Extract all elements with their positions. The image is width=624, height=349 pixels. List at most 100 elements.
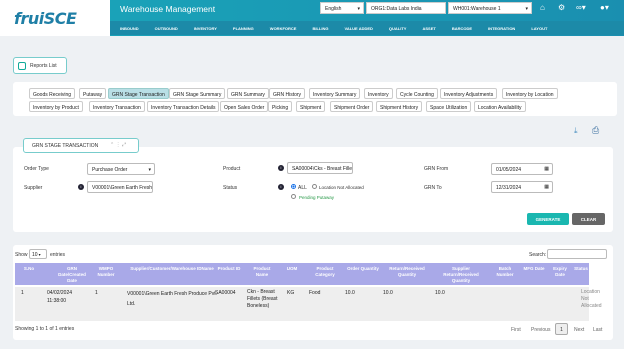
- page-size-select[interactable]: 10 ▾: [29, 249, 47, 259]
- warehouse-value: WH001:Warehouse 1: [453, 6, 501, 12]
- status-pending-radio[interactable]: [291, 194, 296, 199]
- col-wmpo[interactable]: WMPO Number: [93, 266, 119, 278]
- col-sno[interactable]: S.No: [21, 266, 37, 272]
- cell-order-qty: 10.0: [345, 290, 355, 296]
- tab-shipment-order[interactable]: Shipment Order: [330, 101, 374, 112]
- tab-inventory-transaction[interactable]: Inventory Transaction: [89, 101, 145, 112]
- menu-integration[interactable]: INTEGRATION: [488, 26, 515, 31]
- tab-goods-receiving[interactable]: Goods Receiving: [29, 88, 76, 99]
- tab-inventory-by-location[interactable]: Inventory by Location: [502, 88, 558, 99]
- menu-billing[interactable]: BILLING: [312, 26, 328, 31]
- grn-from-input[interactable]: 01/05/2024 ▦: [491, 163, 553, 175]
- col-supplier-recv-qty[interactable]: Supplier Return/Received Quantity: [435, 266, 487, 284]
- tab-open-sales-order[interactable]: Open Sales Order: [220, 101, 269, 112]
- grn-to-input[interactable]: 12/31/2024 ▦: [491, 181, 553, 193]
- col-uom[interactable]: UOM: [281, 266, 303, 272]
- home-icon[interactable]: ⌂: [540, 3, 545, 12]
- tab-grn-history[interactable]: GRN History: [269, 88, 306, 99]
- show-label: Show: [15, 252, 28, 258]
- tab-shipment-history[interactable]: Shipment History: [376, 101, 423, 112]
- entries-label: entries: [50, 252, 66, 258]
- cell-date: 04/02/2024 11:38:00: [47, 290, 73, 304]
- tab-grn-stage-transaction[interactable]: GRN Stage Transaction: [108, 88, 169, 99]
- table-row[interactable]: 1 04/02/2024 11:38:00 1 V00001\Green Ear…: [15, 287, 602, 321]
- col-category[interactable]: Product Category: [307, 266, 343, 278]
- settings-icon[interactable]: ⚙: [558, 3, 565, 12]
- pager-last[interactable]: Last: [593, 327, 602, 333]
- reports-list-button[interactable]: Reports List: [13, 57, 67, 74]
- tab-shipment[interactable]: Shipment: [296, 101, 326, 112]
- product-label: Product: [223, 166, 241, 172]
- supplier-input[interactable]: V00001\Green Earth Fresh: [87, 181, 153, 193]
- menu-asset[interactable]: ASSET: [422, 26, 435, 31]
- tab-location-availability[interactable]: Location Availability: [474, 101, 526, 112]
- user-icon[interactable]: ●▾: [600, 3, 609, 12]
- pager-current[interactable]: 1: [555, 323, 568, 335]
- tab-grn-stage-summary[interactable]: GRN Stage Summary: [169, 88, 226, 99]
- header-bar: Warehouse Management English ▾ ORG1:Data …: [110, 0, 624, 36]
- collapse-icon[interactable]: ⌃ ⋮ ⤢: [110, 142, 126, 148]
- brand-logo[interactable]: fruiSCE: [14, 9, 77, 28]
- download-icon[interactable]: ⤓: [574, 126, 578, 136]
- report-icon: [18, 62, 26, 70]
- menu-barcode[interactable]: BARCODE: [452, 26, 472, 31]
- pager-first[interactable]: First: [511, 327, 521, 333]
- cell-supplier: V00001\Green Earth Fresh Produce Pvt. Lt…: [127, 291, 218, 307]
- generate-button[interactable]: GENERATE: [527, 213, 569, 225]
- cell-category: Food: [309, 290, 321, 296]
- tab-inventory[interactable]: Inventory: [364, 88, 393, 99]
- org-select[interactable]: ORG1:Data Labs India: [366, 2, 446, 14]
- cell-product-id: SA00004: [215, 290, 236, 296]
- tab-inventory-adjustments[interactable]: Inventory Adjustments: [440, 88, 498, 99]
- cell-wmpo: 1: [95, 290, 98, 296]
- language-select[interactable]: English ▾: [320, 2, 364, 14]
- org-value: ORG1:Data Labs India: [371, 6, 422, 12]
- tab-grn-summary[interactable]: GRN Summary: [227, 88, 269, 99]
- menu-value-added[interactable]: VALUE ADDED: [344, 26, 372, 31]
- tab-cycle-counting[interactable]: Cycle Counting: [396, 88, 438, 99]
- tab-putaway[interactable]: Putaway: [79, 88, 107, 99]
- order-type-select[interactable]: Purchase Order ▾: [87, 163, 155, 175]
- menu-inbound[interactable]: INBOUND: [120, 26, 139, 31]
- menu-layout[interactable]: LAYOUT: [531, 26, 547, 31]
- product-input[interactable]: SA00004\Cks - Breast Fille: [287, 162, 353, 174]
- col-supplier[interactable]: Supplier/Customer/Warehouse IDName: [127, 266, 217, 272]
- calendar-icon[interactable]: ▦: [544, 184, 549, 190]
- col-grn-date[interactable]: GRN Date/Created Date: [55, 266, 89, 284]
- clear-button[interactable]: CLEAR: [572, 213, 605, 225]
- menu-planning[interactable]: PLANNING: [233, 26, 254, 31]
- tab-inventory-by-product[interactable]: Inventory by Product: [29, 101, 83, 112]
- status-all-radio[interactable]: [291, 184, 296, 189]
- tab-picking[interactable]: Picking: [268, 101, 293, 112]
- col-recv-qty[interactable]: Return/Received Quantity: [383, 266, 431, 278]
- menu-quality[interactable]: QUALITY: [389, 26, 407, 31]
- pager-next[interactable]: Next: [574, 327, 584, 333]
- link-icon[interactable]: ∞▾: [576, 3, 586, 12]
- menu-inventory[interactable]: INVENTORY: [194, 26, 217, 31]
- col-mfg[interactable]: MFG Date: [523, 266, 545, 272]
- col-order-qty[interactable]: Order Quantity: [345, 266, 381, 272]
- menu-workforce[interactable]: WORKFORCE: [270, 26, 297, 31]
- app-title: Warehouse Management: [120, 4, 216, 14]
- search-input[interactable]: [547, 249, 607, 259]
- col-product-name[interactable]: Product Name: [247, 266, 277, 278]
- warehouse-select[interactable]: WH001:Warehouse 1 ▾: [448, 2, 532, 14]
- tab-space-utilization[interactable]: Space Utilization: [426, 101, 472, 112]
- info-icon: i: [278, 184, 284, 190]
- col-status[interactable]: Status: [573, 266, 589, 272]
- calendar-icon[interactable]: ▦: [544, 166, 549, 172]
- col-batch[interactable]: Batch Number: [491, 266, 519, 278]
- chevron-down-icon: ▾: [37, 252, 41, 257]
- col-product-id[interactable]: Product ID: [215, 266, 243, 272]
- tab-inventory-summary[interactable]: Inventory Summary: [309, 88, 361, 99]
- grn-to-label: GRN To: [424, 185, 442, 191]
- cell-product-name: Ckn - Breast Fillets (Breast Boneless): [247, 289, 278, 309]
- print-icon[interactable]: ⎙: [592, 125, 599, 136]
- menu-outbound[interactable]: OUTBOUND: [155, 26, 178, 31]
- tab-inventory-transaction-details[interactable]: Inventory Transaction Details: [147, 101, 220, 112]
- col-expiry[interactable]: Expiry Date: [549, 266, 571, 278]
- filter-title-text: GRN STAGE TRANSACTION: [32, 143, 99, 149]
- pager-previous[interactable]: Previous: [531, 327, 550, 333]
- status-not-allocated-radio[interactable]: [312, 184, 317, 189]
- filter-panel: GRN STAGE TRANSACTION ⌃ ⋮ ⤢ Order Type P…: [13, 138, 613, 232]
